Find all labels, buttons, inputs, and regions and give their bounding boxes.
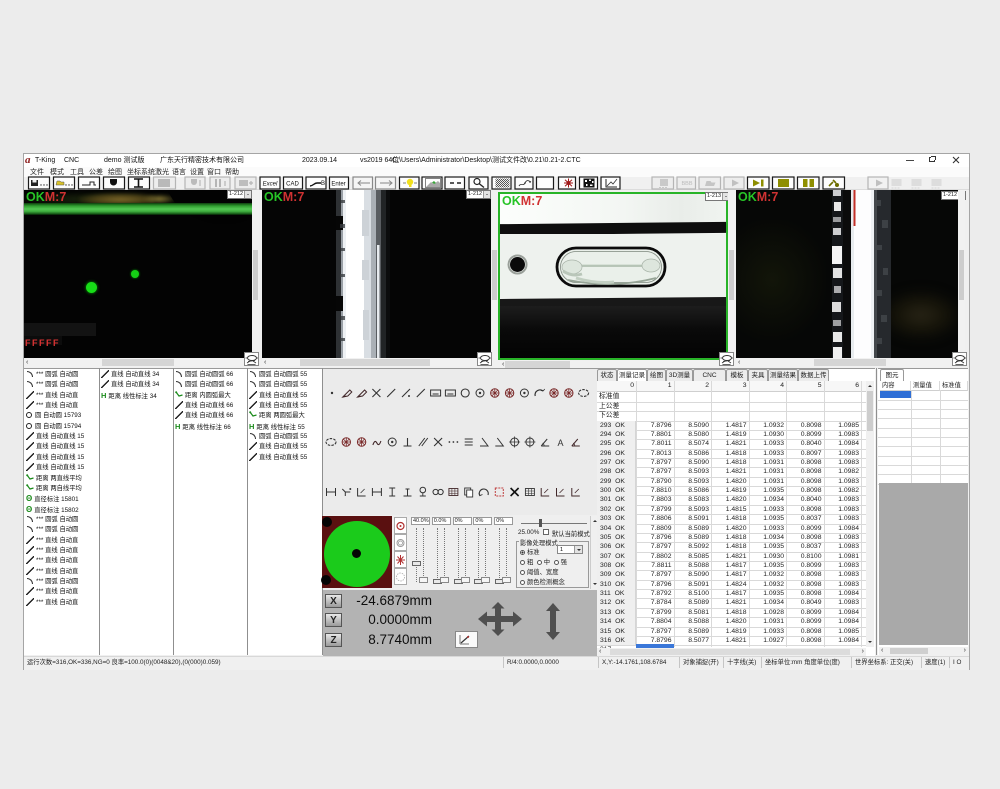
svg-text:BBB: BBB (681, 181, 692, 187)
svg-text:CAD: CAD (286, 182, 299, 188)
svg-text:A: A (557, 438, 563, 448)
svg-text:Enter: Enter (331, 182, 345, 188)
svg-text:Excel: Excel (263, 182, 278, 188)
svg-text:B: B (321, 181, 325, 187)
